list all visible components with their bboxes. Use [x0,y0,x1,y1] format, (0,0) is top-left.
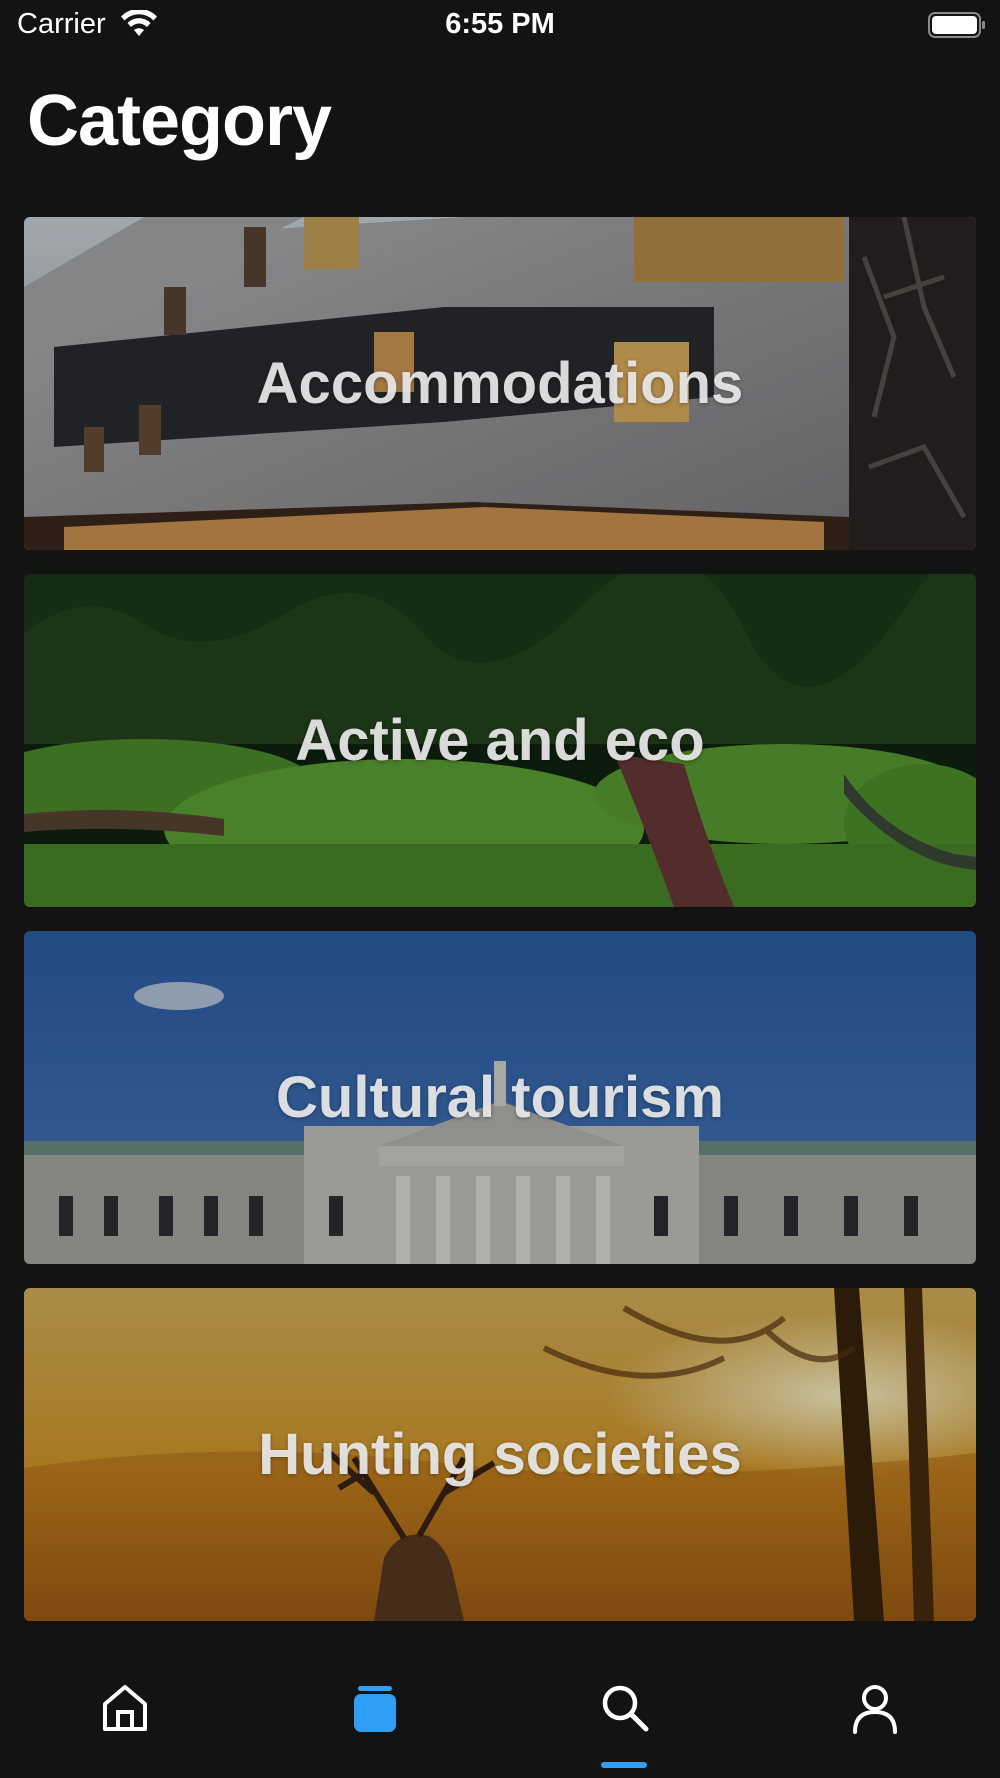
status-bar: Carrier 6:55 PM [0,0,1000,50]
profile-icon [853,1685,897,1734]
tab-search[interactable] [500,1640,750,1778]
battery-full-icon [928,12,985,38]
category-label: Cultural tourism [276,1065,724,1130]
category-card-hunting-societies[interactable]: Hunting societies [24,1288,976,1621]
category-list: Accommodations Active and eco Cultural t… [24,217,976,1645]
category-label: Active and eco [295,708,705,773]
search-icon [602,1685,649,1732]
tab-home[interactable] [0,1640,250,1778]
tab-profile[interactable] [750,1640,1000,1778]
page-title: Category [27,81,332,161]
category-card-accommodations[interactable]: Accommodations [24,217,976,550]
category-label: Accommodations [256,351,744,416]
tab-bar [0,1640,1000,1778]
home-icon [103,1685,147,1731]
clock: 6:55 PM [445,8,555,40]
category-card-cultural-tourism[interactable]: Cultural tourism [24,931,976,1264]
tab-category[interactable] [250,1640,647,1778]
category-card-active-and-eco[interactable]: Active and eco [24,574,976,907]
category-label: Hunting societies [258,1422,742,1487]
category-icon [354,1686,396,1732]
